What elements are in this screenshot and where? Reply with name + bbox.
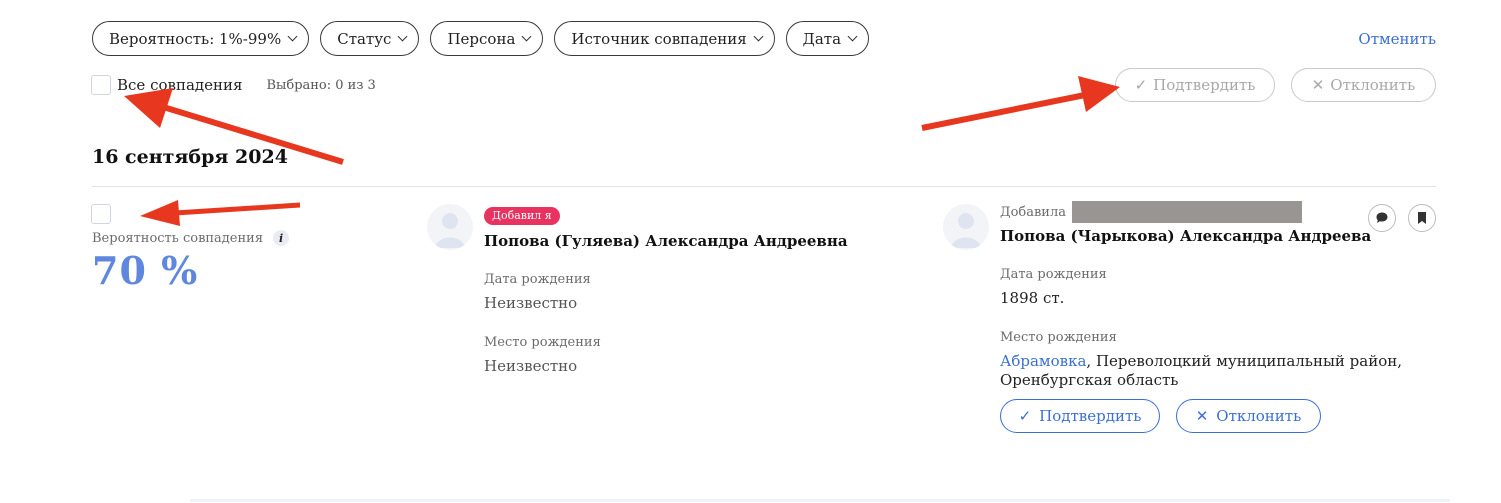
filter-status[interactable]: Статус xyxy=(320,21,420,56)
left-person-name[interactable]: Попова (Гуляева) Александра Андреевна xyxy=(484,232,848,250)
birth-place-rest: , Переволоцкий муниципальный район, xyxy=(1086,352,1403,370)
birth-place-value: Абрамовка, Переволоцкий муниципальный ра… xyxy=(1000,352,1402,390)
added-by: Добавила xyxy=(1000,201,1402,223)
filter-match-source[interactable]: Источник совпадения xyxy=(554,21,775,56)
annotation-arrowhead xyxy=(140,200,180,226)
right-person: Добавила Попова (Чарыкова) Александра Ан… xyxy=(1000,201,1402,390)
filter-label: Вероятность: 1%-99% xyxy=(109,29,282,48)
person-avatar-icon xyxy=(427,204,473,250)
filter-label: Дата xyxy=(802,29,842,48)
birth-date-value: 1898 ст. xyxy=(1000,289,1065,307)
redacted-author xyxy=(1071,201,1302,223)
bulk-reject-button[interactable]: ✕ Отклонить xyxy=(1291,68,1436,102)
bulk-confirm-button[interactable]: ✓ Подтвердить xyxy=(1115,68,1275,102)
filter-probability[interactable]: Вероятность: 1%-99% xyxy=(92,21,310,56)
filter-bar: Вероятность: 1%-99% Статус Персона Источ… xyxy=(92,21,870,56)
info-icon[interactable]: i xyxy=(273,230,290,246)
chevron-down-icon xyxy=(287,31,298,42)
birth-place-value: Неизвестно xyxy=(484,357,578,375)
annotation-arrow xyxy=(174,202,301,216)
bottom-divider xyxy=(190,499,1450,502)
bookmark-button[interactable] xyxy=(1408,204,1436,232)
cancel-link[interactable]: Отменить xyxy=(1358,30,1436,48)
reject-label: Отклонить xyxy=(1216,407,1302,425)
reject-button[interactable]: ✕ Отклонить xyxy=(1176,399,1321,433)
confirm-button[interactable]: ✓ Подтвердить xyxy=(1000,399,1160,433)
filter-label: Персона xyxy=(447,29,516,48)
birth-place-label: Место рождения xyxy=(484,335,601,350)
filter-date[interactable]: Дата xyxy=(785,21,870,56)
birth-place-line2: Оренбургская область xyxy=(1000,371,1179,389)
chevron-down-icon xyxy=(753,31,764,42)
match-checkbox[interactable] xyxy=(91,204,111,224)
bulk-confirm-label: Подтвердить xyxy=(1153,76,1256,94)
select-all-checkbox[interactable] xyxy=(91,75,111,95)
birth-date-label: Дата рождения xyxy=(1000,267,1107,282)
selected-count: Выбрано: 0 из 3 xyxy=(266,77,376,93)
filter-label: Статус xyxy=(337,29,392,48)
birth-date-value: Неизвестно xyxy=(484,294,578,312)
right-person-name[interactable]: Попова (Чарыкова) Александра Андреева xyxy=(1000,227,1402,245)
probability-label: Вероятность совпадения i xyxy=(92,230,290,246)
divider xyxy=(92,186,1436,187)
close-icon: ✕ xyxy=(1311,76,1325,94)
check-icon: ✓ xyxy=(1134,76,1148,94)
birth-place-link[interactable]: Абрамовка xyxy=(1000,352,1086,370)
bookmark-icon xyxy=(1418,212,1426,224)
person-avatar-icon xyxy=(943,204,989,250)
annotation-arrowhead xyxy=(1078,76,1120,112)
probability-value: 70 % xyxy=(92,248,199,293)
filter-label: Источник совпадения xyxy=(571,29,747,48)
comment-button[interactable] xyxy=(1368,204,1396,232)
select-all-row: Все совпадения Выбрано: 0 из 3 xyxy=(91,75,376,95)
check-icon: ✓ xyxy=(1018,407,1032,425)
chevron-down-icon xyxy=(398,31,408,42)
close-icon: ✕ xyxy=(1195,407,1209,425)
bulk-reject-label: Отклонить xyxy=(1330,76,1416,94)
birth-place-label: Место рождения xyxy=(1000,330,1117,345)
confirm-label: Подтвердить xyxy=(1039,407,1142,425)
birth-date-label: Дата рождения xyxy=(484,272,591,287)
probability-label-text: Вероятность совпадения xyxy=(92,230,264,246)
annotation-arrow xyxy=(921,92,1086,131)
added-by-me-badge: Добавил я xyxy=(484,207,560,225)
chevron-down-icon xyxy=(521,31,532,42)
chevron-down-icon xyxy=(847,31,858,42)
comment-icon xyxy=(1376,212,1388,223)
left-person: Добавил я Попова (Гуляева) Александра Ан… xyxy=(484,204,848,376)
added-by-label: Добавила xyxy=(1000,204,1066,220)
date-heading: 16 сентября 2024 xyxy=(92,146,288,168)
filter-person[interactable]: Персона xyxy=(430,21,544,56)
select-all-label[interactable]: Все совпадения xyxy=(117,76,242,94)
